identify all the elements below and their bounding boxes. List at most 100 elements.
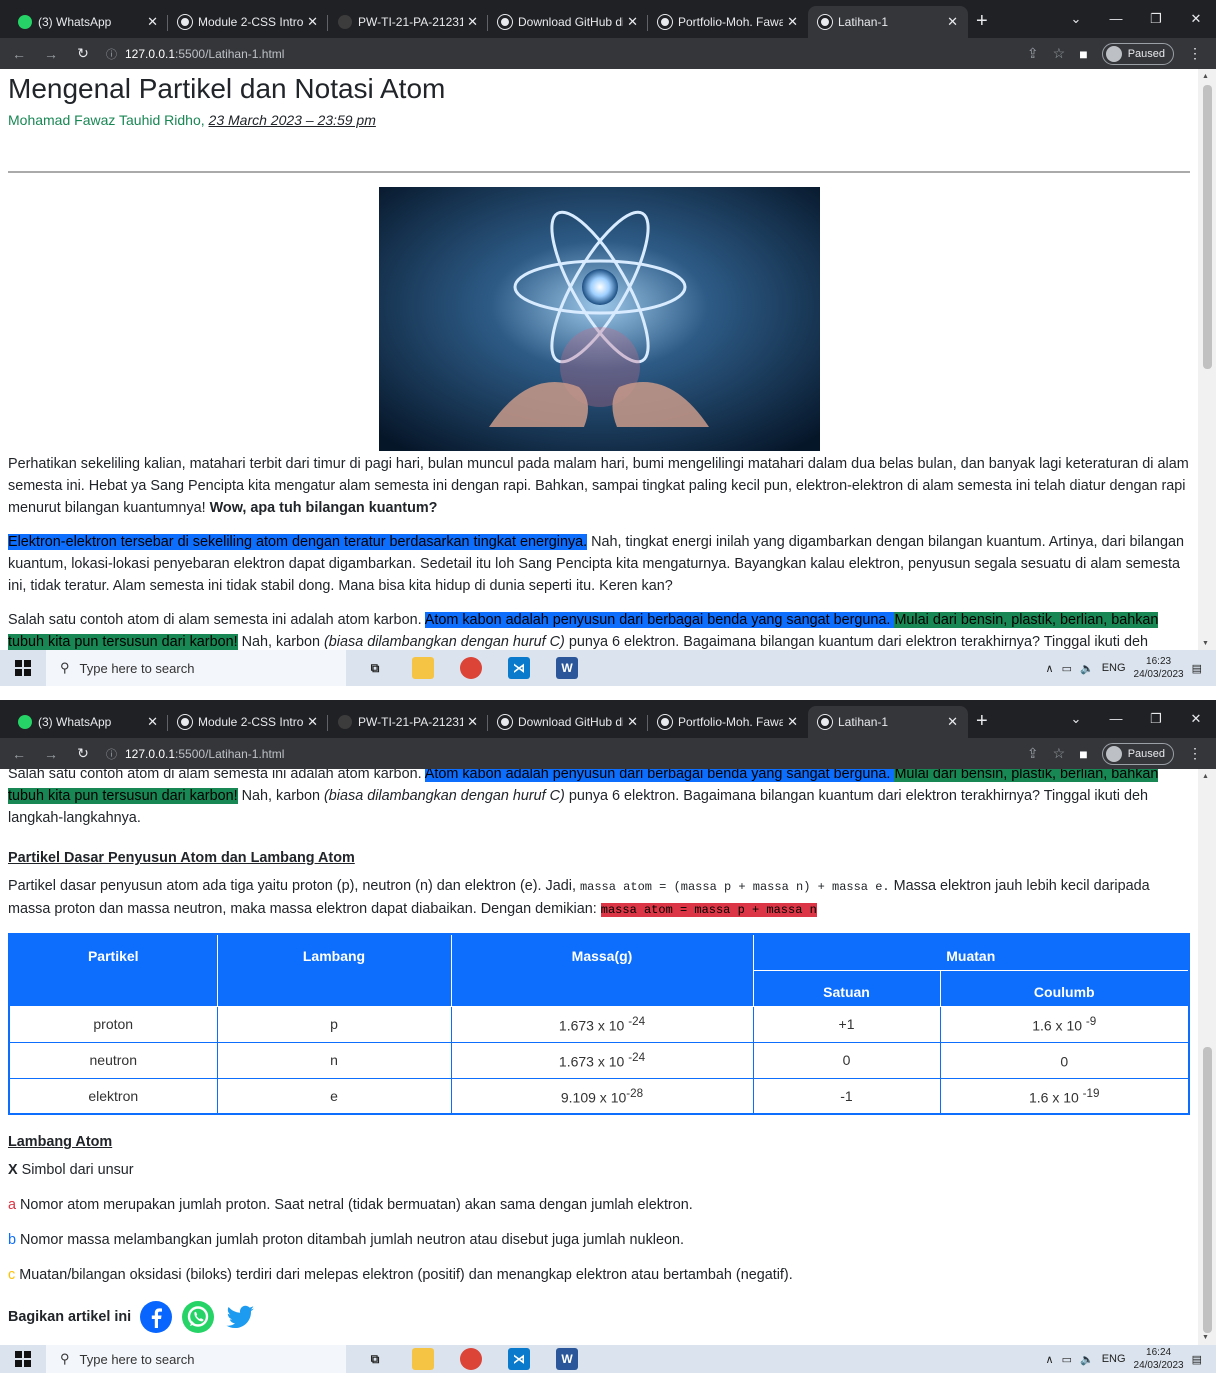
info-icon[interactable]: ⓘ [106,46,117,62]
carbon-intro: Salah satu contoh atom di alam semesta i… [8,769,425,782]
tab-search-icon[interactable]: ⌄ [1056,700,1096,738]
close-tab-icon[interactable]: ✕ [787,14,798,30]
tab-title: Portfolio-Moh. Fawaz [678,715,784,729]
volume-icon[interactable]: 🔈 [1080,1353,1094,1366]
forward-icon[interactable]: → [38,746,64,762]
close-tab-icon[interactable]: ✕ [787,714,798,730]
bookmark-star-icon[interactable]: ☆ [1053,745,1066,762]
back-icon[interactable]: ← [6,746,32,762]
restore-button[interactable]: ❐ [1136,0,1176,38]
close-tab-icon[interactable]: ✕ [147,14,158,30]
side-panel-icon[interactable]: ■ [1079,46,1087,62]
close-window-button[interactable]: ✕ [1176,0,1216,38]
close-tab-icon[interactable]: ✕ [147,714,158,730]
task-view-icon[interactable]: ⧉ [364,1348,386,1370]
forward-icon[interactable]: → [38,46,64,62]
massa-exponent: -24 [628,1051,646,1065]
word-icon[interactable]: W [556,657,578,679]
taskbar-search[interactable]: ⚲ Type here to search [46,1345,346,1373]
tab-github-repo[interactable]: PW-TI-21-PA-2123100✕ [328,706,488,738]
tab-search-icon[interactable]: ⌄ [1056,0,1096,38]
reload-icon[interactable]: ↻ [70,745,96,762]
tab-whatsapp[interactable]: (3) WhatsApp ✕ [8,6,168,38]
share-icon[interactable]: ⇪ [1027,45,1039,62]
vscode-icon[interactable]: ⋊ [508,657,530,679]
chrome-icon[interactable] [460,1348,482,1370]
close-tab-icon[interactable]: ✕ [947,14,958,30]
tab-latihan[interactable]: Latihan-1 ✕ [808,6,968,38]
close-tab-icon[interactable]: ✕ [627,714,638,730]
system-tray: ∧ ▭ 🔈 ENG 16:23 24/03/2023 ▤ [1046,655,1216,681]
close-tab-icon[interactable]: ✕ [307,714,318,730]
tab-whatsapp[interactable]: (3) WhatsApp ✕ [8,706,168,738]
scrollbar[interactable]: ▲ ▼ [1198,69,1216,651]
tab-module-css[interactable]: Module 2-CSS Introdu✕ [168,706,328,738]
network-icon[interactable]: ▭ [1062,1353,1072,1366]
info-icon[interactable]: ⓘ [106,746,117,762]
windows-start-icon[interactable] [0,1351,46,1367]
new-tab-button[interactable]: + [976,706,988,738]
url-input[interactable]: ⓘ 127.0.0.1:5500/Latihan-1.html [106,742,1027,766]
system-tray: ∧ ▭ 🔈 ENG 16:24 24/03/2023 ▤ [1046,1346,1216,1372]
file-explorer-icon[interactable] [412,1348,434,1370]
url-input[interactable]: ⓘ 127.0.0.1:5500/Latihan-1.html [106,42,1027,66]
globe-icon [818,15,832,29]
menu-icon[interactable]: ⋮ [1188,45,1202,62]
back-icon[interactable]: ← [6,46,32,62]
language-indicator[interactable]: ENG [1102,662,1126,674]
word-icon[interactable]: W [556,1348,578,1370]
url-path: :5500/Latihan-1.html [175,746,285,761]
tab-title: PW-TI-21-PA-2123100 [358,715,464,729]
network-icon[interactable]: ▭ [1062,662,1072,675]
table-row: neutron n 1.673 x 10 -24 0 0 [8,1041,1190,1079]
new-tab-button[interactable]: + [976,6,988,38]
publish-date[interactable]: 23 March 2023 – 23:59 pm [209,112,376,128]
volume-icon[interactable]: 🔈 [1080,662,1094,675]
close-tab-icon[interactable]: ✕ [467,714,478,730]
close-tab-icon[interactable]: ✕ [467,14,478,30]
clock[interactable]: 16:23 24/03/2023 [1134,655,1184,681]
menu-icon[interactable]: ⋮ [1188,745,1202,762]
minimize-button[interactable]: — [1096,700,1136,738]
share-icon[interactable]: ⇪ [1027,745,1039,762]
minimize-button[interactable]: — [1096,0,1136,38]
side-panel-icon[interactable]: ■ [1079,746,1087,762]
globe-icon [498,715,512,729]
taskbar: ⚲ Type here to search ⧉ ⋊ W ∧ ▭ 🔈 ENG 16:… [0,1345,1216,1373]
tab-title: PW-TI-21-PA-2123100 [358,15,464,29]
profile-button[interactable]: Paused [1101,742,1174,765]
notification-icon[interactable]: ▤ [1192,1353,1202,1366]
tab-module-css[interactable]: Module 2-CSS Introdu✕ [168,6,328,38]
language-indicator[interactable]: ENG [1102,1353,1126,1365]
close-tab-icon[interactable]: ✕ [947,714,958,730]
file-explorer-icon[interactable] [412,657,434,679]
task-view-icon[interactable]: ⧉ [364,657,386,679]
whatsapp-share-button[interactable] [181,1300,215,1334]
taskbar-search[interactable]: ⚲ Type here to search [46,650,346,686]
tab-download-github[interactable]: Download GitHub dir ✕ [488,6,648,38]
tab-github-repo[interactable]: PW-TI-21-PA-2123100✕ [328,6,488,38]
facebook-share-button[interactable] [139,1300,173,1334]
search-icon: ⚲ [60,660,70,675]
bookmark-star-icon[interactable]: ☆ [1053,45,1066,62]
tab-portfolio[interactable]: Portfolio-Moh. Fawaz ✕ [648,706,808,738]
tab-download-github[interactable]: Download GitHub dir ✕ [488,706,648,738]
close-tab-icon[interactable]: ✕ [307,14,318,30]
twitter-share-button[interactable] [223,1300,257,1334]
clock[interactable]: 16:24 24/03/2023 [1134,1346,1184,1372]
cell-massa: 9.109 x 10-28 [450,1077,754,1115]
profile-button[interactable]: Paused [1101,42,1174,65]
close-tab-icon[interactable]: ✕ [627,14,638,30]
chrome-icon[interactable] [460,657,482,679]
reload-icon[interactable]: ↻ [70,45,96,62]
scrollbar[interactable]: ▲ ▼ [1198,769,1216,1345]
restore-button[interactable]: ❐ [1136,700,1176,738]
notification-icon[interactable]: ▤ [1192,662,1202,675]
windows-start-icon[interactable] [0,660,46,676]
tab-portfolio[interactable]: Portfolio-Moh. Fawaz ✕ [648,6,808,38]
tray-chevron-icon[interactable]: ∧ [1046,662,1054,675]
tray-chevron-icon[interactable]: ∧ [1046,1353,1054,1366]
tab-latihan[interactable]: Latihan-1 ✕ [808,706,968,738]
vscode-icon[interactable]: ⋊ [508,1348,530,1370]
close-window-button[interactable]: ✕ [1176,700,1216,738]
